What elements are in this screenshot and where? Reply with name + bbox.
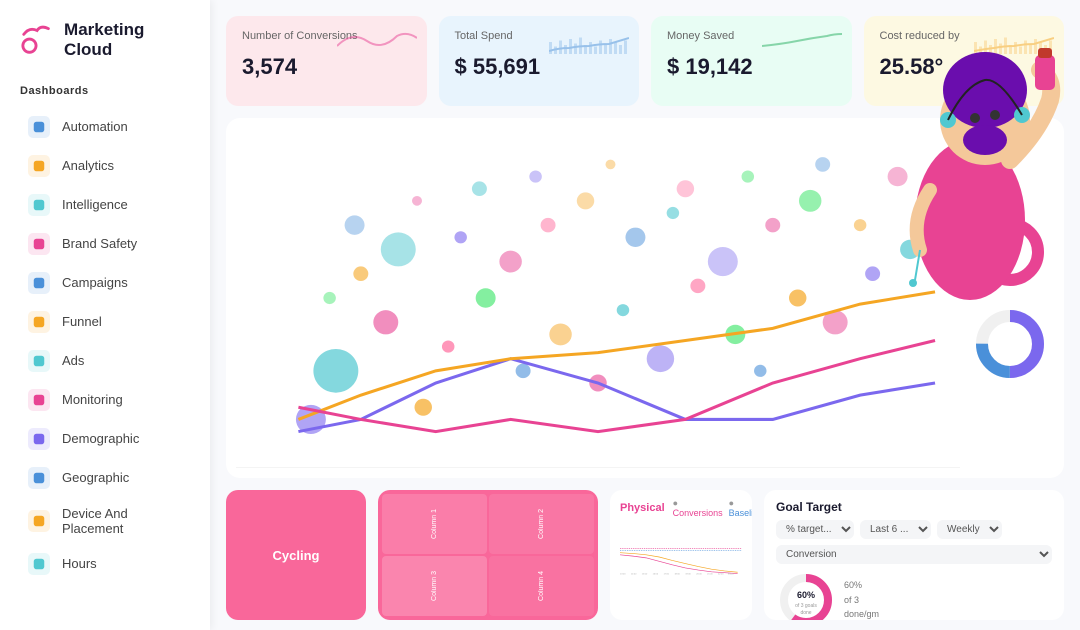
sidebar-item-label-hours: Hours (62, 556, 97, 571)
treemap-grid: Column 1 Column 2 Column 3 Column 4 (378, 490, 598, 620)
sparkline-conversions (337, 26, 417, 56)
chart-area (226, 118, 1064, 478)
brand-safety-icon (28, 233, 50, 255)
svg-text:15:00: 15:00 (642, 573, 648, 575)
svg-text:22:00: 22:00 (718, 573, 724, 575)
funnel-icon (28, 311, 50, 333)
svg-text:18:00: 18:00 (674, 573, 680, 575)
sidebar-item-label-ads: Ads (62, 353, 84, 368)
campaigns-icon (28, 272, 50, 294)
sidebar-item-label-device-placement: Device And Placement (62, 506, 182, 536)
treemap-cell-4: Column 4 (489, 556, 594, 616)
treemap-cell-1: Column 1 (382, 494, 487, 554)
metric-cards: Number of Conversions3,574Total Spend$ 5… (226, 16, 1064, 106)
bubble-chart (236, 128, 960, 468)
svg-text:21:00: 21:00 (707, 573, 713, 575)
goal-donut-row: 60% of 3 goals done 60% of 3 done/gm (776, 570, 1052, 620)
logo: Marketing Cloud (0, 20, 210, 85)
sidebar-item-label-intelligence: Intelligence (62, 197, 128, 212)
geographic-icon (28, 467, 50, 489)
goal-dropdown-1[interactable]: % target... (776, 520, 854, 539)
sidebar-item-label-monitoring: Monitoring (62, 392, 123, 407)
sparkline-total-spend (549, 26, 629, 56)
metric-value-cost-reduced: 25.58° (880, 54, 1049, 80)
sidebar-item-analytics[interactable]: Analytics (8, 147, 202, 185)
hours-icon (28, 553, 50, 575)
goal-stats: 60% of 3 done/gm (844, 578, 879, 620)
sidebar-item-geographic[interactable]: Geographic (8, 459, 202, 497)
donut-chart-1 (970, 212, 1050, 292)
logo-icon (20, 22, 54, 58)
bottom-section: Cycling Column 1 Column 2 Column 3 Colum… (226, 490, 1064, 620)
donut-charts-column (970, 128, 1054, 468)
sparkline-cost-reduced (974, 26, 1054, 56)
metric-card-conversions: Number of Conversions3,574 (226, 16, 427, 106)
app-title: Marketing Cloud (64, 20, 190, 61)
goal-dropdowns-row: % target... Last 6 ... Weekly (776, 520, 1052, 539)
sidebar-item-label-campaigns: Campaigns (62, 275, 128, 290)
svg-text:20:00: 20:00 (696, 573, 702, 575)
sidebar-item-automation[interactable]: Automation (8, 108, 202, 146)
physical-label: Physical (620, 502, 665, 514)
svg-text:16:00: 16:00 (653, 573, 659, 575)
metric-cards-row: Number of Conversions3,574Total Spend$ 5… (226, 16, 1064, 106)
svg-text:of 3 goals: of 3 goals (795, 603, 817, 609)
sidebar-item-demographic[interactable]: Demographic (8, 420, 202, 458)
line-chart-svg: 13:00 14:00 15:00 16:00 17:00 18:00 19:0… (620, 522, 742, 592)
sidebar-item-hours[interactable]: Hours (8, 545, 202, 583)
cycling-label: Cycling (273, 548, 320, 563)
svg-text:60%: 60% (797, 590, 815, 600)
svg-text:17:00: 17:00 (664, 573, 670, 575)
cycling-card: Cycling (226, 490, 366, 620)
metric-card-total-spend: Total Spend$ 55,691 (439, 16, 640, 106)
treemap-cell-2: Column 2 (489, 494, 594, 554)
goal-dropdown-2[interactable]: Last 6 ... (860, 520, 931, 539)
goal-dropdown-3[interactable]: Weekly (937, 520, 1002, 539)
sidebar-item-campaigns[interactable]: Campaigns (8, 264, 202, 302)
goal-target-title: Goal Target (776, 500, 1052, 514)
treemap-card: Column 1 Column 2 Column 3 Column 4 (378, 490, 598, 620)
donut-chart-2 (970, 304, 1050, 384)
sidebar: Marketing Cloud Dashboards Automation Ana… (0, 0, 210, 630)
metric-value-money-saved: $ 19,142 (667, 54, 836, 80)
main-content: Number of Conversions3,574Total Spend$ 5… (210, 0, 1080, 630)
metric-value-total-spend: $ 55,691 (455, 54, 624, 80)
metric-card-cost-reduced: Cost reduced by25.58° (864, 16, 1065, 106)
automation-icon (28, 116, 50, 138)
sidebar-item-ads[interactable]: Ads (8, 342, 202, 380)
metric-value-conversions: 3,574 (242, 54, 411, 80)
sidebar-item-label-analytics: Analytics (62, 158, 114, 173)
sidebar-item-monitoring[interactable]: Monitoring (8, 381, 202, 419)
treemap-cell-3: Column 3 (382, 556, 487, 616)
sidebar-item-label-demographic: Demographic (62, 431, 139, 446)
goal-dropdown-conversion[interactable]: Conversion (776, 545, 1052, 564)
sidebar-item-label-brand-safety: Brand Safety (62, 236, 137, 251)
sidebar-items: Automation Analytics Intelligence Brand Saf… (0, 107, 210, 584)
sidebar-item-brand-safety[interactable]: Brand Safety (8, 225, 202, 263)
intelligence-icon (28, 194, 50, 216)
svg-text:done: done (800, 610, 811, 616)
sidebar-item-funnel[interactable]: Funnel (8, 303, 202, 341)
chart-svg (236, 128, 960, 468)
goal-donut: 60% of 3 goals done (776, 570, 836, 620)
sidebar-item-device-placement[interactable]: Device And Placement (8, 498, 202, 544)
sparkline-money-saved (762, 26, 842, 56)
svg-text:14:00: 14:00 (631, 573, 637, 575)
ads-icon (28, 350, 50, 372)
sidebar-item-intelligence[interactable]: Intelligence (8, 186, 202, 224)
physical-chart-card: Physical ● Conversions ● Baseline ● Targ… (610, 490, 752, 620)
demographic-icon (28, 428, 50, 450)
monitoring-icon (28, 389, 50, 411)
analytics-icon (28, 155, 50, 177)
svg-text:8h/10: 8h/10 (728, 573, 734, 575)
svg-text:19:00: 19:00 (685, 573, 691, 575)
device-placement-icon (28, 510, 50, 532)
sidebar-item-label-geographic: Geographic (62, 470, 129, 485)
sidebar-section-title: Dashboards (0, 85, 210, 107)
metric-card-money-saved: Money Saved$ 19,142 (651, 16, 852, 106)
goal-target-card: Goal Target % target... Last 6 ... Weekl… (764, 490, 1064, 620)
sidebar-item-label-funnel: Funnel (62, 314, 102, 329)
sidebar-item-label-automation: Automation (62, 119, 128, 134)
svg-text:13:00: 13:00 (620, 573, 626, 575)
